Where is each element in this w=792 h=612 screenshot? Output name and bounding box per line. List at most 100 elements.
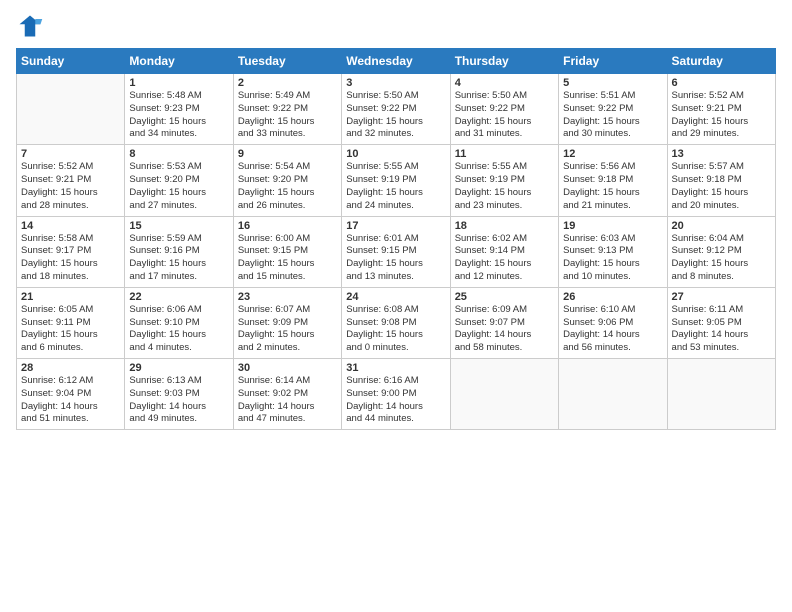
calendar-cell: 19Sunrise: 6:03 AM Sunset: 9:13 PM Dayli… xyxy=(559,216,667,287)
calendar-cell: 2Sunrise: 5:49 AM Sunset: 9:22 PM Daylig… xyxy=(233,74,341,145)
day-number: 7 xyxy=(21,148,120,160)
calendar-week-2: 7Sunrise: 5:52 AM Sunset: 9:21 PM Daylig… xyxy=(17,145,776,216)
page: SundayMondayTuesdayWednesdayThursdayFrid… xyxy=(0,0,792,612)
calendar-cell: 29Sunrise: 6:13 AM Sunset: 9:03 PM Dayli… xyxy=(125,359,233,430)
day-info: Sunrise: 6:14 AM Sunset: 9:02 PM Dayligh… xyxy=(238,375,337,426)
day-number: 23 xyxy=(238,291,337,303)
calendar-cell: 17Sunrise: 6:01 AM Sunset: 9:15 PM Dayli… xyxy=(342,216,450,287)
day-number: 6 xyxy=(672,77,771,89)
day-number: 28 xyxy=(21,362,120,374)
calendar-cell: 15Sunrise: 5:59 AM Sunset: 9:16 PM Dayli… xyxy=(125,216,233,287)
day-info: Sunrise: 5:48 AM Sunset: 9:23 PM Dayligh… xyxy=(129,90,228,141)
day-info: Sunrise: 6:05 AM Sunset: 9:11 PM Dayligh… xyxy=(21,304,120,355)
calendar-cell: 7Sunrise: 5:52 AM Sunset: 9:21 PM Daylig… xyxy=(17,145,125,216)
day-info: Sunrise: 5:52 AM Sunset: 9:21 PM Dayligh… xyxy=(672,90,771,141)
logo xyxy=(16,12,46,40)
calendar-cell: 11Sunrise: 5:55 AM Sunset: 9:19 PM Dayli… xyxy=(450,145,558,216)
calendar-cell xyxy=(559,359,667,430)
calendar-cell: 27Sunrise: 6:11 AM Sunset: 9:05 PM Dayli… xyxy=(667,287,775,358)
calendar-cell: 20Sunrise: 6:04 AM Sunset: 9:12 PM Dayli… xyxy=(667,216,775,287)
calendar-cell: 31Sunrise: 6:16 AM Sunset: 9:00 PM Dayli… xyxy=(342,359,450,430)
calendar-cell: 8Sunrise: 5:53 AM Sunset: 9:20 PM Daylig… xyxy=(125,145,233,216)
day-info: Sunrise: 6:16 AM Sunset: 9:00 PM Dayligh… xyxy=(346,375,445,426)
day-info: Sunrise: 6:09 AM Sunset: 9:07 PM Dayligh… xyxy=(455,304,554,355)
calendar-col-monday: Monday xyxy=(125,49,233,74)
day-info: Sunrise: 6:12 AM Sunset: 9:04 PM Dayligh… xyxy=(21,375,120,426)
day-info: Sunrise: 5:49 AM Sunset: 9:22 PM Dayligh… xyxy=(238,90,337,141)
day-number: 19 xyxy=(563,220,662,232)
logo-icon xyxy=(16,12,44,40)
day-info: Sunrise: 6:00 AM Sunset: 9:15 PM Dayligh… xyxy=(238,233,337,284)
calendar-week-3: 14Sunrise: 5:58 AM Sunset: 9:17 PM Dayli… xyxy=(17,216,776,287)
calendar-cell: 5Sunrise: 5:51 AM Sunset: 9:22 PM Daylig… xyxy=(559,74,667,145)
day-info: Sunrise: 5:55 AM Sunset: 9:19 PM Dayligh… xyxy=(346,161,445,212)
day-number: 31 xyxy=(346,362,445,374)
calendar-col-saturday: Saturday xyxy=(667,49,775,74)
calendar-cell: 9Sunrise: 5:54 AM Sunset: 9:20 PM Daylig… xyxy=(233,145,341,216)
calendar-cell: 13Sunrise: 5:57 AM Sunset: 9:18 PM Dayli… xyxy=(667,145,775,216)
day-info: Sunrise: 5:52 AM Sunset: 9:21 PM Dayligh… xyxy=(21,161,120,212)
day-number: 20 xyxy=(672,220,771,232)
calendar-cell xyxy=(667,359,775,430)
calendar-cell: 22Sunrise: 6:06 AM Sunset: 9:10 PM Dayli… xyxy=(125,287,233,358)
calendar-week-5: 28Sunrise: 6:12 AM Sunset: 9:04 PM Dayli… xyxy=(17,359,776,430)
calendar-cell: 26Sunrise: 6:10 AM Sunset: 9:06 PM Dayli… xyxy=(559,287,667,358)
day-info: Sunrise: 6:04 AM Sunset: 9:12 PM Dayligh… xyxy=(672,233,771,284)
calendar-col-wednesday: Wednesday xyxy=(342,49,450,74)
calendar-week-1: 1Sunrise: 5:48 AM Sunset: 9:23 PM Daylig… xyxy=(17,74,776,145)
calendar-cell: 21Sunrise: 6:05 AM Sunset: 9:11 PM Dayli… xyxy=(17,287,125,358)
day-number: 2 xyxy=(238,77,337,89)
day-number: 16 xyxy=(238,220,337,232)
day-number: 27 xyxy=(672,291,771,303)
day-info: Sunrise: 5:54 AM Sunset: 9:20 PM Dayligh… xyxy=(238,161,337,212)
day-info: Sunrise: 5:59 AM Sunset: 9:16 PM Dayligh… xyxy=(129,233,228,284)
calendar-cell: 14Sunrise: 5:58 AM Sunset: 9:17 PM Dayli… xyxy=(17,216,125,287)
calendar-cell xyxy=(17,74,125,145)
calendar-week-4: 21Sunrise: 6:05 AM Sunset: 9:11 PM Dayli… xyxy=(17,287,776,358)
day-info: Sunrise: 6:08 AM Sunset: 9:08 PM Dayligh… xyxy=(346,304,445,355)
calendar-col-tuesday: Tuesday xyxy=(233,49,341,74)
calendar-cell: 30Sunrise: 6:14 AM Sunset: 9:02 PM Dayli… xyxy=(233,359,341,430)
day-number: 13 xyxy=(672,148,771,160)
day-number: 14 xyxy=(21,220,120,232)
calendar-cell: 10Sunrise: 5:55 AM Sunset: 9:19 PM Dayli… xyxy=(342,145,450,216)
day-number: 29 xyxy=(129,362,228,374)
calendar-cell: 24Sunrise: 6:08 AM Sunset: 9:08 PM Dayli… xyxy=(342,287,450,358)
calendar-cell: 25Sunrise: 6:09 AM Sunset: 9:07 PM Dayli… xyxy=(450,287,558,358)
day-number: 24 xyxy=(346,291,445,303)
day-number: 11 xyxy=(455,148,554,160)
day-info: Sunrise: 6:13 AM Sunset: 9:03 PM Dayligh… xyxy=(129,375,228,426)
calendar-cell: 23Sunrise: 6:07 AM Sunset: 9:09 PM Dayli… xyxy=(233,287,341,358)
day-info: Sunrise: 5:53 AM Sunset: 9:20 PM Dayligh… xyxy=(129,161,228,212)
calendar-col-sunday: Sunday xyxy=(17,49,125,74)
calendar-col-friday: Friday xyxy=(559,49,667,74)
day-info: Sunrise: 6:11 AM Sunset: 9:05 PM Dayligh… xyxy=(672,304,771,355)
day-number: 8 xyxy=(129,148,228,160)
calendar-cell: 3Sunrise: 5:50 AM Sunset: 9:22 PM Daylig… xyxy=(342,74,450,145)
day-info: Sunrise: 6:10 AM Sunset: 9:06 PM Dayligh… xyxy=(563,304,662,355)
calendar-cell: 1Sunrise: 5:48 AM Sunset: 9:23 PM Daylig… xyxy=(125,74,233,145)
calendar-cell: 28Sunrise: 6:12 AM Sunset: 9:04 PM Dayli… xyxy=(17,359,125,430)
day-info: Sunrise: 5:50 AM Sunset: 9:22 PM Dayligh… xyxy=(346,90,445,141)
day-number: 3 xyxy=(346,77,445,89)
day-info: Sunrise: 5:57 AM Sunset: 9:18 PM Dayligh… xyxy=(672,161,771,212)
calendar-table: SundayMondayTuesdayWednesdayThursdayFrid… xyxy=(16,48,776,430)
day-number: 21 xyxy=(21,291,120,303)
day-number: 5 xyxy=(563,77,662,89)
day-info: Sunrise: 5:51 AM Sunset: 9:22 PM Dayligh… xyxy=(563,90,662,141)
calendar-cell: 18Sunrise: 6:02 AM Sunset: 9:14 PM Dayli… xyxy=(450,216,558,287)
day-info: Sunrise: 6:07 AM Sunset: 9:09 PM Dayligh… xyxy=(238,304,337,355)
day-number: 1 xyxy=(129,77,228,89)
day-number: 9 xyxy=(238,148,337,160)
calendar-col-thursday: Thursday xyxy=(450,49,558,74)
calendar-cell: 4Sunrise: 5:50 AM Sunset: 9:22 PM Daylig… xyxy=(450,74,558,145)
day-number: 26 xyxy=(563,291,662,303)
day-info: Sunrise: 6:02 AM Sunset: 9:14 PM Dayligh… xyxy=(455,233,554,284)
day-number: 17 xyxy=(346,220,445,232)
day-info: Sunrise: 5:50 AM Sunset: 9:22 PM Dayligh… xyxy=(455,90,554,141)
calendar-cell: 12Sunrise: 5:56 AM Sunset: 9:18 PM Dayli… xyxy=(559,145,667,216)
day-number: 15 xyxy=(129,220,228,232)
calendar-header-row: SundayMondayTuesdayWednesdayThursdayFrid… xyxy=(17,49,776,74)
day-number: 18 xyxy=(455,220,554,232)
day-info: Sunrise: 5:55 AM Sunset: 9:19 PM Dayligh… xyxy=(455,161,554,212)
